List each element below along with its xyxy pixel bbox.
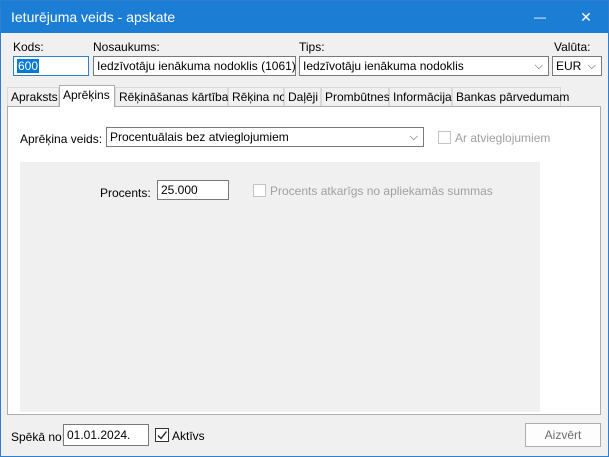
close-window-button[interactable]: ✕ bbox=[564, 1, 608, 33]
name-label: Nosaukums: bbox=[93, 40, 160, 54]
currency-select[interactable]: EUR ⌵ bbox=[552, 56, 602, 76]
code-label: Kods: bbox=[13, 40, 44, 54]
percent-dependent-checkbox[interactable] bbox=[253, 184, 266, 197]
tab-daleji[interactable]: Daļēji bbox=[284, 87, 321, 106]
valid-from-label: Spēkā no: bbox=[11, 430, 66, 444]
name-value: Iedzīvotāju ienākuma nodoklis (1061) bbox=[97, 59, 296, 73]
tab-apraksts[interactable]: Apraksts bbox=[7, 87, 59, 106]
active-checkbox[interactable] bbox=[155, 428, 169, 442]
with-relief-label: Ar atvieglojumiem bbox=[455, 131, 551, 145]
currency-label: Valūta: bbox=[554, 40, 591, 54]
close-icon: ✕ bbox=[580, 8, 592, 25]
valid-from-field[interactable]: 01.01.2024. bbox=[63, 424, 149, 446]
tab-aprekins[interactable]: Aprēķins bbox=[59, 85, 115, 107]
percent-label: Procents: bbox=[100, 186, 151, 200]
type-label: Tips: bbox=[299, 40, 325, 54]
calc-settings-area: Procents: 25.000 Procents atkarīgs no ap… bbox=[20, 162, 540, 412]
check-icon bbox=[157, 431, 168, 440]
percent-value: 25.000 bbox=[161, 183, 198, 197]
valid-from-value: 01.01.2024. bbox=[67, 428, 131, 442]
window-title: Ieturējuma veids - apskate bbox=[11, 9, 176, 25]
title-bar[interactable]: Ieturējuma veids - apskate — ✕ bbox=[1, 1, 608, 33]
code-field[interactable]: 600 bbox=[13, 56, 89, 76]
minimize-button[interactable]: — bbox=[518, 1, 562, 33]
tab-informacija[interactable]: Informācija bbox=[389, 87, 452, 106]
tab-bankas-parvedumam[interactable]: Bankas pārvedumam bbox=[452, 87, 569, 106]
method-select[interactable]: Procentuālais bez atvieglojumiem ⌵ bbox=[106, 127, 424, 147]
name-field[interactable]: Iedzīvotāju ienākuma nodoklis (1061) bbox=[93, 56, 296, 76]
method-label: Aprēķina veids: bbox=[20, 132, 103, 146]
code-value: 600 bbox=[17, 59, 40, 73]
type-value: Iedzīvotāju ienākuma nodoklis bbox=[303, 59, 464, 73]
with-relief-checkbox[interactable] bbox=[438, 131, 451, 144]
tab-prombutnes[interactable]: Prombūtnes bbox=[321, 87, 390, 106]
percent-input[interactable]: 25.000 bbox=[157, 180, 229, 200]
minimize-icon: — bbox=[534, 10, 546, 24]
tab-panel-aprekins: Aprēķina veids: Procentuālais bez atvieg… bbox=[7, 106, 601, 415]
type-select[interactable]: Iedzīvotāju ienākuma nodoklis ⌵ bbox=[299, 56, 549, 76]
close-button[interactable]: Aizvērt bbox=[525, 423, 601, 447]
percent-dependent-label: Procents atkarīgs no apliekamās summas bbox=[270, 184, 493, 198]
method-value: Procentuālais bez atvieglojumiem bbox=[110, 130, 289, 144]
tab-rekinasanas-kartiba[interactable]: Rēķināšanas kārtība bbox=[115, 87, 228, 106]
active-label: Aktīvs bbox=[172, 429, 205, 443]
chevron-down-icon: ⌵ bbox=[534, 60, 543, 72]
chevron-down-icon: ⌵ bbox=[409, 131, 418, 143]
currency-value: EUR bbox=[556, 59, 582, 73]
dialog-window: Ieturējuma veids - apskate — ✕ Kods: 600… bbox=[0, 0, 609, 457]
tab-rekina-no[interactable]: Rēķina no bbox=[228, 87, 286, 106]
chevron-down-icon: ⌵ bbox=[587, 60, 596, 72]
